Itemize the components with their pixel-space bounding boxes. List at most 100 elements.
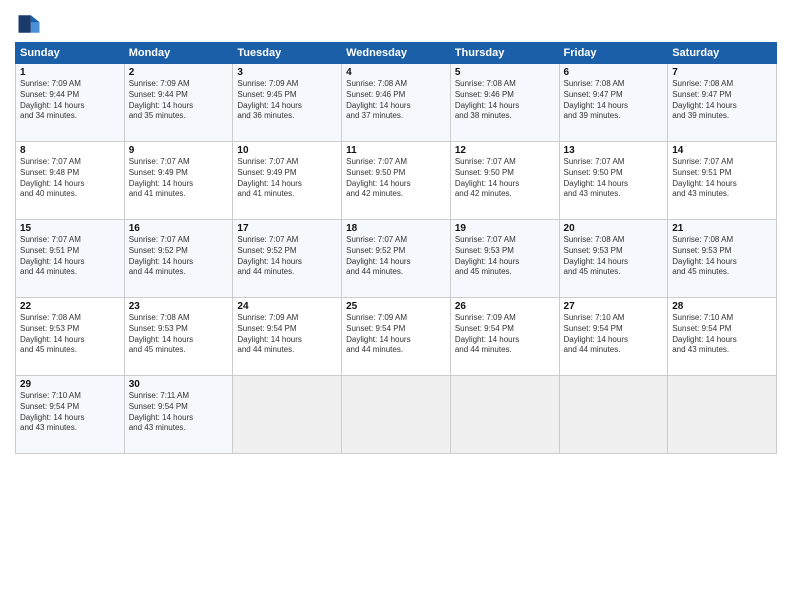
day-number: 24 <box>237 301 337 312</box>
day-number: 19 <box>455 223 555 234</box>
day-info: Sunrise: 7:07 AM Sunset: 9:52 PM Dayligh… <box>237 235 337 278</box>
calendar-cell <box>450 376 559 454</box>
day-number: 27 <box>564 301 664 312</box>
day-number: 25 <box>346 301 446 312</box>
calendar-cell: 16Sunrise: 7:07 AM Sunset: 9:52 PM Dayli… <box>124 220 233 298</box>
day-info: Sunrise: 7:07 AM Sunset: 9:51 PM Dayligh… <box>672 157 772 200</box>
day-number: 7 <box>672 67 772 78</box>
calendar-cell: 6Sunrise: 7:08 AM Sunset: 9:47 PM Daylig… <box>559 64 668 142</box>
day-number: 13 <box>564 145 664 156</box>
calendar-cell <box>559 376 668 454</box>
calendar-cell: 30Sunrise: 7:11 AM Sunset: 9:54 PM Dayli… <box>124 376 233 454</box>
day-number: 11 <box>346 145 446 156</box>
day-number: 14 <box>672 145 772 156</box>
day-info: Sunrise: 7:07 AM Sunset: 9:51 PM Dayligh… <box>20 235 120 278</box>
day-number: 10 <box>237 145 337 156</box>
calendar-cell: 19Sunrise: 7:07 AM Sunset: 9:53 PM Dayli… <box>450 220 559 298</box>
day-number: 26 <box>455 301 555 312</box>
day-number: 21 <box>672 223 772 234</box>
day-number: 1 <box>20 67 120 78</box>
day-info: Sunrise: 7:07 AM Sunset: 9:48 PM Dayligh… <box>20 157 120 200</box>
day-info: Sunrise: 7:07 AM Sunset: 9:53 PM Dayligh… <box>455 235 555 278</box>
day-info: Sunrise: 7:09 AM Sunset: 9:44 PM Dayligh… <box>129 79 229 122</box>
calendar-cell: 2Sunrise: 7:09 AM Sunset: 9:44 PM Daylig… <box>124 64 233 142</box>
calendar-cell: 11Sunrise: 7:07 AM Sunset: 9:50 PM Dayli… <box>342 142 451 220</box>
day-info: Sunrise: 7:08 AM Sunset: 9:46 PM Dayligh… <box>346 79 446 122</box>
col-sunday: Sunday <box>16 43 125 64</box>
day-number: 6 <box>564 67 664 78</box>
calendar-cell: 23Sunrise: 7:08 AM Sunset: 9:53 PM Dayli… <box>124 298 233 376</box>
calendar-cell: 26Sunrise: 7:09 AM Sunset: 9:54 PM Dayli… <box>450 298 559 376</box>
day-info: Sunrise: 7:07 AM Sunset: 9:52 PM Dayligh… <box>346 235 446 278</box>
day-number: 2 <box>129 67 229 78</box>
day-info: Sunrise: 7:08 AM Sunset: 9:53 PM Dayligh… <box>20 313 120 356</box>
day-number: 20 <box>564 223 664 234</box>
day-number: 16 <box>129 223 229 234</box>
day-info: Sunrise: 7:07 AM Sunset: 9:49 PM Dayligh… <box>129 157 229 200</box>
day-number: 30 <box>129 379 229 390</box>
day-info: Sunrise: 7:11 AM Sunset: 9:54 PM Dayligh… <box>129 391 229 434</box>
day-number: 18 <box>346 223 446 234</box>
calendar-header-row: Sunday Monday Tuesday Wednesday Thursday… <box>16 43 777 64</box>
calendar-cell: 15Sunrise: 7:07 AM Sunset: 9:51 PM Dayli… <box>16 220 125 298</box>
day-info: Sunrise: 7:08 AM Sunset: 9:47 PM Dayligh… <box>564 79 664 122</box>
calendar-cell: 8Sunrise: 7:07 AM Sunset: 9:48 PM Daylig… <box>16 142 125 220</box>
calendar-cell: 7Sunrise: 7:08 AM Sunset: 9:47 PM Daylig… <box>668 64 777 142</box>
day-info: Sunrise: 7:08 AM Sunset: 9:47 PM Dayligh… <box>672 79 772 122</box>
day-number: 12 <box>455 145 555 156</box>
day-number: 15 <box>20 223 120 234</box>
logo <box>15 10 47 38</box>
day-number: 17 <box>237 223 337 234</box>
day-number: 9 <box>129 145 229 156</box>
calendar-cell: 21Sunrise: 7:08 AM Sunset: 9:53 PM Dayli… <box>668 220 777 298</box>
calendar-cell: 12Sunrise: 7:07 AM Sunset: 9:50 PM Dayli… <box>450 142 559 220</box>
day-info: Sunrise: 7:08 AM Sunset: 9:53 PM Dayligh… <box>129 313 229 356</box>
col-monday: Monday <box>124 43 233 64</box>
col-thursday: Thursday <box>450 43 559 64</box>
day-info: Sunrise: 7:07 AM Sunset: 9:50 PM Dayligh… <box>455 157 555 200</box>
day-info: Sunrise: 7:10 AM Sunset: 9:54 PM Dayligh… <box>20 391 120 434</box>
logo-icon <box>15 10 43 38</box>
day-number: 22 <box>20 301 120 312</box>
calendar-cell: 14Sunrise: 7:07 AM Sunset: 9:51 PM Dayli… <box>668 142 777 220</box>
day-info: Sunrise: 7:09 AM Sunset: 9:44 PM Dayligh… <box>20 79 120 122</box>
day-info: Sunrise: 7:08 AM Sunset: 9:53 PM Dayligh… <box>564 235 664 278</box>
day-info: Sunrise: 7:08 AM Sunset: 9:53 PM Dayligh… <box>672 235 772 278</box>
day-info: Sunrise: 7:09 AM Sunset: 9:54 PM Dayligh… <box>455 313 555 356</box>
calendar: Sunday Monday Tuesday Wednesday Thursday… <box>15 42 777 454</box>
calendar-cell <box>668 376 777 454</box>
calendar-cell: 13Sunrise: 7:07 AM Sunset: 9:50 PM Dayli… <box>559 142 668 220</box>
day-info: Sunrise: 7:09 AM Sunset: 9:54 PM Dayligh… <box>237 313 337 356</box>
col-wednesday: Wednesday <box>342 43 451 64</box>
day-info: Sunrise: 7:07 AM Sunset: 9:49 PM Dayligh… <box>237 157 337 200</box>
calendar-cell: 17Sunrise: 7:07 AM Sunset: 9:52 PM Dayli… <box>233 220 342 298</box>
col-friday: Friday <box>559 43 668 64</box>
calendar-cell: 24Sunrise: 7:09 AM Sunset: 9:54 PM Dayli… <box>233 298 342 376</box>
calendar-cell <box>342 376 451 454</box>
day-number: 28 <box>672 301 772 312</box>
col-saturday: Saturday <box>668 43 777 64</box>
day-number: 5 <box>455 67 555 78</box>
day-info: Sunrise: 7:09 AM Sunset: 9:54 PM Dayligh… <box>346 313 446 356</box>
calendar-cell: 27Sunrise: 7:10 AM Sunset: 9:54 PM Dayli… <box>559 298 668 376</box>
day-number: 4 <box>346 67 446 78</box>
calendar-cell: 4Sunrise: 7:08 AM Sunset: 9:46 PM Daylig… <box>342 64 451 142</box>
day-number: 29 <box>20 379 120 390</box>
day-info: Sunrise: 7:07 AM Sunset: 9:50 PM Dayligh… <box>564 157 664 200</box>
calendar-cell: 29Sunrise: 7:10 AM Sunset: 9:54 PM Dayli… <box>16 376 125 454</box>
calendar-cell: 25Sunrise: 7:09 AM Sunset: 9:54 PM Dayli… <box>342 298 451 376</box>
day-info: Sunrise: 7:09 AM Sunset: 9:45 PM Dayligh… <box>237 79 337 122</box>
calendar-cell: 20Sunrise: 7:08 AM Sunset: 9:53 PM Dayli… <box>559 220 668 298</box>
col-tuesday: Tuesday <box>233 43 342 64</box>
calendar-cell: 9Sunrise: 7:07 AM Sunset: 9:49 PM Daylig… <box>124 142 233 220</box>
calendar-cell: 18Sunrise: 7:07 AM Sunset: 9:52 PM Dayli… <box>342 220 451 298</box>
day-number: 23 <box>129 301 229 312</box>
calendar-cell <box>233 376 342 454</box>
calendar-cell: 5Sunrise: 7:08 AM Sunset: 9:46 PM Daylig… <box>450 64 559 142</box>
calendar-cell: 10Sunrise: 7:07 AM Sunset: 9:49 PM Dayli… <box>233 142 342 220</box>
page: Sunday Monday Tuesday Wednesday Thursday… <box>0 0 792 612</box>
calendar-cell: 28Sunrise: 7:10 AM Sunset: 9:54 PM Dayli… <box>668 298 777 376</box>
day-info: Sunrise: 7:10 AM Sunset: 9:54 PM Dayligh… <box>564 313 664 356</box>
day-number: 8 <box>20 145 120 156</box>
day-info: Sunrise: 7:08 AM Sunset: 9:46 PM Dayligh… <box>455 79 555 122</box>
